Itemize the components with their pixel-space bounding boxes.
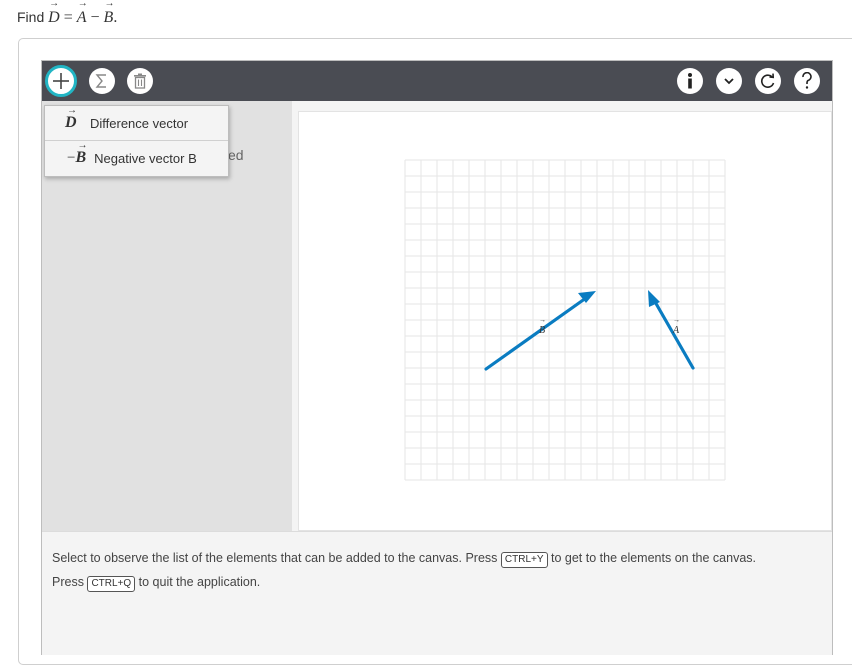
difference-vector-letter: D: [65, 114, 77, 131]
delete-button[interactable]: [127, 68, 153, 94]
drawing-canvas[interactable]: B → A →: [298, 111, 832, 531]
negative-vector-letter: B: [75, 149, 87, 166]
vector-b[interactable]: B →: [484, 291, 596, 371]
menu-item-negative-vector[interactable]: − → B Negative vector B: [45, 140, 228, 175]
vector-a-arrow-mark: →: [673, 316, 680, 324]
instructions-part-2: to get to the elements on the canvas.: [551, 551, 756, 565]
instructions-part-4: to quit the application.: [138, 575, 261, 589]
add-element-button[interactable]: [45, 65, 77, 97]
plus-icon: [53, 73, 69, 89]
trash-icon: [134, 73, 146, 89]
vector-b-arrow-mark: →: [539, 316, 546, 324]
vector-d-symbol: D: [48, 0, 60, 27]
help-icon: [802, 72, 812, 89]
add-element-dropdown: → D Difference vector − → B Negative vector…: [44, 105, 229, 177]
vector-grid-svg: B → A →: [404, 159, 726, 481]
question-period: .: [113, 9, 118, 26]
question-prefix: Find: [17, 9, 45, 25]
info-button[interactable]: [677, 68, 703, 94]
status-bar: Select to observe the list of the elemen…: [42, 531, 832, 655]
instructions-part-1: Select to observe the list of the elemen…: [52, 551, 498, 565]
instructions-part-3: Press: [52, 575, 84, 589]
negative-vector-symbol: → B: [75, 140, 88, 166]
difference-vector-label: Difference vector: [90, 115, 189, 131]
question-equation: D = A − B.: [48, 0, 118, 27]
equals-sign: =: [63, 9, 73, 26]
info-icon: [688, 73, 692, 89]
vector-b-label: B: [539, 325, 545, 336]
vector-a-symbol: A: [77, 0, 88, 27]
reset-icon: [761, 73, 775, 88]
chevron-down-icon: [724, 78, 734, 85]
app-toolbar: [42, 61, 832, 101]
vector-b-symbol: B: [104, 0, 115, 27]
shortcut-ctrl-q: CTRL+Q: [87, 576, 136, 592]
sidebar-partial-text: ed: [228, 147, 244, 163]
sum-button[interactable]: [89, 68, 115, 94]
reset-button[interactable]: [755, 68, 781, 94]
instructions-text: Select to observe the list of the elemen…: [52, 546, 822, 594]
minus-sign: −: [90, 9, 100, 26]
menu-toggle-button[interactable]: [716, 68, 742, 94]
help-button[interactable]: [794, 68, 820, 94]
vector-a-label: A: [672, 325, 680, 336]
question-text: Find D = A − B.: [17, 0, 118, 27]
shortcut-ctrl-y: CTRL+Y: [500, 552, 548, 568]
negative-vector-label: Negative vector B: [94, 150, 197, 166]
menu-item-difference-vector[interactable]: → D Difference vector: [45, 105, 228, 141]
sigma-icon: [95, 74, 106, 88]
vector-a[interactable]: A →: [648, 290, 695, 370]
difference-vector-symbol: → D: [65, 105, 77, 131]
